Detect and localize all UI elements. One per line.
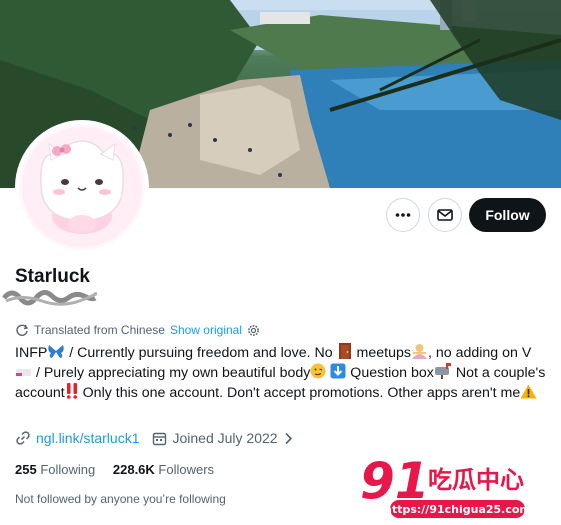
followed-by-notice: Not followed by anyone you’re following [15, 492, 226, 506]
bio-text: / Purely appreciating my own beautiful b… [32, 365, 311, 381]
watermark-url: https://91chigua25.com [384, 500, 531, 518]
more-horizontal-icon [395, 213, 411, 217]
followers-count: 228.6K [112, 462, 155, 477]
svg-text:吃瓜中心: 吃瓜中心 [428, 466, 524, 494]
translated-label: Translated from Chinese [34, 323, 165, 337]
bio-text: , no adding on V [427, 345, 532, 361]
envelope-icon [437, 209, 453, 221]
bio-text: / Currently pursuing freedom and love. N… [65, 345, 337, 361]
bio-text: Only this one account. Don't accept prom… [78, 385, 521, 401]
follow-counts: 255 Following 228.6K Followers [15, 462, 214, 477]
down-arrow-icon [330, 363, 346, 379]
profile-meta: ngl.link/starluck1 Joined July 2022 [15, 430, 293, 446]
following-count: 255 [15, 462, 37, 477]
redacted-handle-scribble [2, 290, 97, 306]
profile-avatar[interactable] [15, 120, 149, 254]
followers-label: Followers [158, 462, 215, 477]
translate-icon [16, 324, 29, 336]
face-emoji-icon [310, 363, 326, 379]
person-gesturing-no-icon [411, 344, 427, 359]
bio-text: INFP [15, 345, 48, 361]
show-original-link[interactable]: Show original [170, 323, 242, 337]
translation-notice: Translated from Chinese Show original [15, 323, 260, 337]
more-button[interactable] [386, 198, 420, 232]
joined-date: Joined July 2022 [172, 430, 278, 446]
double-exclamation-icon [66, 383, 77, 399]
message-button[interactable] [428, 198, 462, 232]
bio-text: meetups [352, 345, 411, 361]
following-label: Following [40, 462, 96, 477]
profile-name: Starluck [15, 266, 90, 287]
butterfly-icon [48, 345, 64, 358]
profile-bio: INFP / Currently pursuing freedom and lo… [15, 343, 547, 403]
profile-link[interactable]: ngl.link/starluck1 [36, 430, 140, 446]
link-icon [16, 431, 30, 445]
mailbox-icon [434, 363, 451, 379]
cat-avatar-image [19, 124, 145, 250]
chevron-right-icon[interactable] [284, 432, 293, 445]
warning-icon [520, 384, 537, 399]
follow-button[interactable]: Follow [469, 198, 546, 232]
gear-icon[interactable] [247, 324, 260, 337]
door-icon [338, 343, 351, 359]
no-sign-icon [16, 369, 31, 376]
bio-text: Question box [346, 365, 434, 381]
followers-link[interactable]: 228.6K Followers [113, 462, 214, 477]
calendar-icon [152, 432, 166, 445]
following-link[interactable]: 255 Following [15, 462, 95, 477]
